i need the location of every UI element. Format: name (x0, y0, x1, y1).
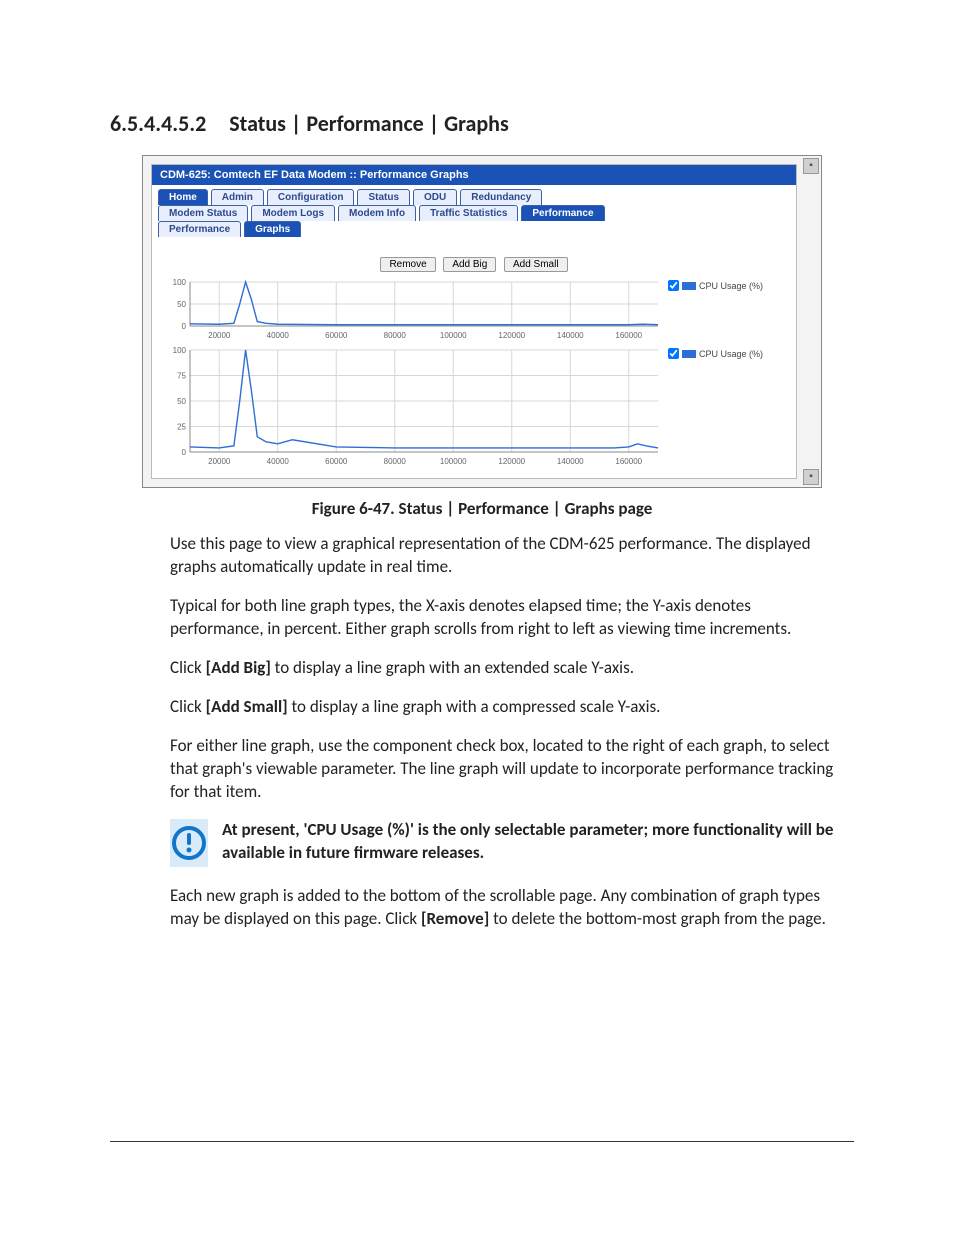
legend-item[interactable]: CPU Usage (%) (668, 280, 786, 291)
svg-text:40000: 40000 (267, 457, 290, 466)
page-rule (110, 1141, 854, 1142)
tab-graphs[interactable]: Graphs (244, 221, 301, 237)
svg-text:100000: 100000 (440, 457, 467, 466)
chart-big: 20000 40000 60000 80000 100000 120000 140000 16… (152, 346, 796, 472)
svg-text:25: 25 (177, 423, 186, 432)
scroll-up-icon[interactable]: ▪ (803, 158, 819, 174)
legend-label: CPU Usage (%) (699, 349, 763, 359)
tab-performance[interactable]: Performance (521, 205, 604, 221)
screenshot-panel: ▪ CDM-625: Comtech EF Data Modem :: Perf… (142, 155, 822, 488)
chart-small-svg: 20000 40000 60000 80000 100000 120000 140000 16… (162, 278, 662, 340)
svg-text:60000: 60000 (325, 331, 348, 340)
tab-admin[interactable]: Admin (211, 189, 264, 205)
svg-text:40000: 40000 (267, 331, 290, 340)
tab-modem-status[interactable]: Modem Status (158, 205, 248, 221)
legend-label: CPU Usage (%) (699, 281, 763, 291)
chart-small: 20000 40000 60000 80000 100000 120000 140000 16… (152, 278, 796, 346)
svg-text:80000: 80000 (384, 457, 407, 466)
svg-text:0: 0 (182, 448, 187, 457)
legend-swatch (682, 350, 696, 358)
tertiary-tabs: PerformanceGraphs (152, 221, 796, 237)
paragraph: Click [Add Small] to display a line grap… (170, 696, 844, 719)
tab-redundancy[interactable]: Redundancy (460, 189, 542, 205)
legend-swatch (682, 282, 696, 290)
note-text: At present, 'CPU Usage (%)' is the only … (222, 819, 844, 865)
button-bar: Remove Add Big Add Small (152, 243, 796, 278)
figure-caption: Figure 6-47. Status | Performance | Grap… (110, 498, 854, 519)
paragraph: Click [Add Big] to display a line graph … (170, 657, 844, 680)
tab-home[interactable]: Home (158, 189, 208, 205)
legend-checkbox[interactable] (668, 280, 679, 291)
tab-modem-logs[interactable]: Modem Logs (251, 205, 335, 221)
svg-text:100: 100 (173, 346, 187, 355)
tab-odu[interactable]: ODU (413, 189, 457, 205)
svg-text:120000: 120000 (498, 457, 525, 466)
section-heading: 6.5.4.4.5.2 Status | Performance | Graph… (110, 110, 854, 137)
svg-text:50: 50 (177, 397, 186, 406)
svg-text:75: 75 (177, 372, 186, 381)
chart-big-svg: 20000 40000 60000 80000 100000 120000 140000 16… (162, 346, 662, 466)
scroll-down-icon[interactable]: ▪ (803, 469, 819, 485)
remove-button[interactable]: Remove (380, 257, 435, 272)
tab-performance[interactable]: Performance (158, 221, 241, 237)
paragraph: For either line graph, use the component… (170, 735, 844, 804)
legend-item[interactable]: CPU Usage (%) (668, 348, 786, 359)
section-number: 6.5.4.4.5.2 (110, 110, 206, 137)
svg-text:160000: 160000 (615, 331, 642, 340)
svg-text:140000: 140000 (557, 457, 584, 466)
primary-tabs: HomeAdminConfigurationStatusODURedundanc… (152, 185, 796, 205)
svg-text:0: 0 (182, 322, 187, 331)
svg-text:80000: 80000 (384, 331, 407, 340)
add-small-button[interactable]: Add Small (504, 257, 568, 272)
tab-configuration[interactable]: Configuration (267, 189, 355, 205)
svg-text:140000: 140000 (557, 331, 584, 340)
tab-modem-info[interactable]: Modem Info (338, 205, 416, 221)
svg-text:100000: 100000 (440, 331, 467, 340)
svg-text:20000: 20000 (208, 331, 231, 340)
info-icon (170, 819, 208, 867)
paragraph: Each new graph is added to the bottom of… (170, 885, 844, 931)
svg-text:50: 50 (177, 300, 186, 309)
secondary-tabs: Modem StatusModem LogsModem InfoTraffic … (152, 205, 796, 221)
svg-text:60000: 60000 (325, 457, 348, 466)
tab-status[interactable]: Status (357, 189, 410, 205)
note-block: At present, 'CPU Usage (%)' is the only … (170, 819, 844, 867)
svg-text:120000: 120000 (498, 331, 525, 340)
add-big-button[interactable]: Add Big (443, 257, 496, 272)
svg-text:160000: 160000 (615, 457, 642, 466)
section-title: Status | Performance | Graphs (229, 110, 508, 137)
svg-text:100: 100 (173, 278, 187, 287)
tab-traffic-statistics[interactable]: Traffic Statistics (419, 205, 518, 221)
svg-text:20000: 20000 (208, 457, 231, 466)
legend-checkbox[interactable] (668, 348, 679, 359)
window-title: CDM-625: Comtech EF Data Modem :: Perfor… (152, 165, 796, 185)
paragraph: Use this page to view a graphical repres… (170, 533, 844, 579)
paragraph: Typical for both line graph types, the X… (170, 595, 844, 641)
